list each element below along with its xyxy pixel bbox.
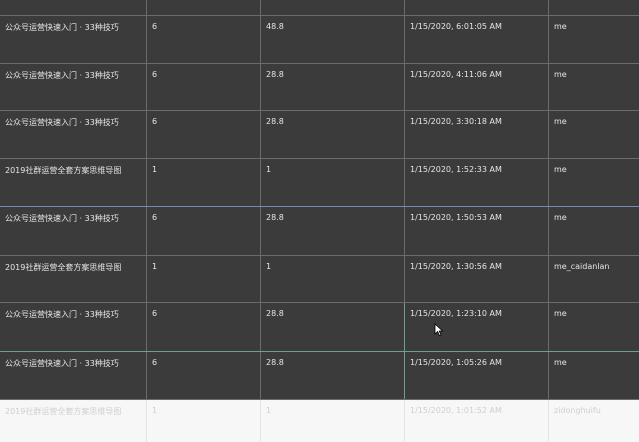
- cell-time: [405, 0, 549, 15]
- cell-time: 1/15/2020, 1:23:10 AM: [405, 303, 549, 351]
- cell-time: 1/15/2020, 1:52:33 AM: [405, 159, 549, 206]
- cell-time: 1/15/2020, 1:01:52 AM: [405, 400, 549, 442]
- cell-title: [0, 0, 147, 15]
- table-row[interactable]: 公众号运营快速入门 · 33种技巧 6 28.8 1/15/2020, 1:50…: [0, 207, 639, 256]
- cell-qty: 6: [147, 207, 261, 255]
- cell-amount: 28.8: [261, 303, 405, 351]
- cell-amount: 28.8: [261, 352, 405, 399]
- cell-user: me: [554, 358, 567, 367]
- mouse-pointer-icon: [434, 323, 444, 337]
- cell-user: [549, 0, 639, 15]
- cell-title: 2019社群运营全套方案思维导图: [0, 159, 147, 206]
- cell-title: 公众号运营快速入门 · 33种技巧: [0, 64, 147, 110]
- table-row-partial[interactable]: [0, 0, 639, 16]
- cell-amount: 28.8: [261, 111, 405, 158]
- table-row[interactable]: 公众号运营快速入门 · 33种技巧 6 28.8 1/15/2020, 4:11…: [0, 64, 639, 111]
- cell-title: 公众号运营快速入门 · 33种技巧: [0, 352, 147, 399]
- cell-qty: 6: [147, 111, 261, 158]
- cell-qty: 6: [147, 64, 261, 110]
- cell-qty: 6: [147, 352, 261, 399]
- cell-qty: 6: [147, 16, 261, 63]
- table-row[interactable]: 2019社群运营全套方案思维导图 1 1 1/15/2020, 1:30:56 …: [0, 256, 639, 303]
- cell-user: me_caidanlan: [554, 262, 610, 271]
- cell-amount: [261, 0, 405, 15]
- cell-amount: 1: [261, 256, 405, 302]
- cell-time: 1/15/2020, 1:05:26 AM: [405, 352, 549, 399]
- cell-user: me: [554, 117, 567, 126]
- cell-title: 2019社群运营全套方案思维导图: [0, 256, 147, 302]
- table-row[interactable]: 公众号运营快速入门 · 33种技巧 6 48.8 1/15/2020, 6:01…: [0, 16, 639, 64]
- cell-user: me: [554, 213, 567, 222]
- cell-time: 1/15/2020, 1:50:53 AM: [405, 207, 549, 255]
- table-row[interactable]: 2019社群运营全套方案思维导图 1 1 1/15/2020, 1:52:33 …: [0, 159, 639, 207]
- cell-amount: 28.8: [261, 207, 405, 255]
- cell-user: me: [554, 309, 567, 318]
- cell-time: 1/15/2020, 3:30:18 AM: [405, 111, 549, 158]
- table-row[interactable]: 2019社群运营全套方案思维导图 1 1 1/15/2020, 1:01:52 …: [0, 400, 639, 442]
- cell-qty: 6: [147, 303, 261, 351]
- cell-amount: 28.8: [261, 64, 405, 110]
- table-row[interactable]: 公众号运营快速入门 · 33种技巧 6 28.8 1/15/2020, 1:23…: [0, 303, 639, 352]
- cell-user: me: [554, 22, 567, 31]
- cell-qty: [147, 0, 261, 15]
- table-row[interactable]: 公众号运营快速入门 · 33种技巧 6 28.8 1/15/2020, 1:05…: [0, 352, 639, 400]
- cell-time: 1/15/2020, 4:11:06 AM: [405, 64, 549, 110]
- cell-title: 公众号运营快速入门 · 33种技巧: [0, 111, 147, 158]
- cell-user: me: [554, 165, 567, 174]
- cell-amount: 1: [261, 159, 405, 206]
- cell-amount: 48.8: [261, 16, 405, 63]
- cell-qty: 1: [147, 400, 261, 442]
- orders-table: 公众号运营快速入门 · 33种技巧 6 48.8 1/15/2020, 6:01…: [0, 0, 639, 442]
- cell-qty: 1: [147, 159, 261, 206]
- table-row[interactable]: 公众号运营快速入门 · 33种技巧 6 28.8 1/15/2020, 3:30…: [0, 111, 639, 159]
- cell-title: 2019社群运营全套方案思维导图: [0, 400, 147, 442]
- cell-title: 公众号运营快速入门 · 33种技巧: [0, 207, 147, 255]
- cell-title: 公众号运营快速入门 · 33种技巧: [0, 16, 147, 63]
- cell-user: zidonghuifu: [554, 406, 601, 415]
- cell-time: 1/15/2020, 1:30:56 AM: [405, 256, 549, 302]
- cell-time: 1/15/2020, 6:01:05 AM: [405, 16, 549, 63]
- cell-amount: 1: [261, 400, 405, 442]
- cell-title: 公众号运营快速入门 · 33种技巧: [0, 303, 147, 351]
- cell-user: me: [554, 70, 567, 79]
- cell-qty: 1: [147, 256, 261, 302]
